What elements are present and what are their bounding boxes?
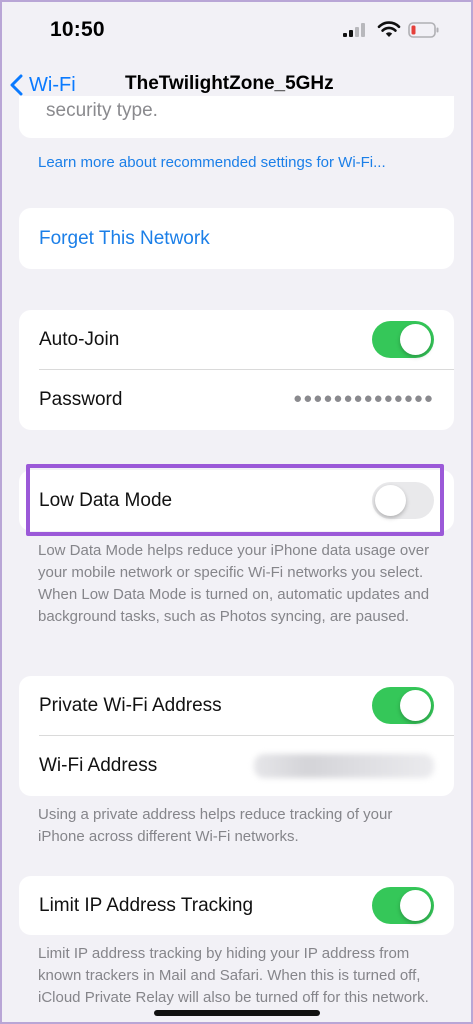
security-type-text: security type. [46, 100, 158, 121]
page-title: TheTwilightZone_5GHz [125, 73, 334, 94]
wifi-address-label: Wi-Fi Address [39, 754, 158, 776]
auto-join-label: Auto-Join [39, 328, 120, 350]
auto-join-toggle[interactable] [372, 321, 434, 358]
toggle-knob [400, 690, 431, 721]
status-bar: 10:50 [0, 0, 473, 62]
forget-network-label: Forget This Network [39, 227, 210, 249]
learn-more-link[interactable]: Learn more about recommended settings fo… [38, 154, 386, 171]
low-data-description: Low Data Mode helps reduce your iPhone d… [38, 542, 430, 625]
limit-ip-label: Limit IP Address Tracking [39, 894, 254, 916]
battery-low-icon [408, 22, 439, 38]
limit-ip-card: Limit IP Address Tracking [19, 876, 454, 935]
status-time: 10:50 [50, 18, 105, 41]
cellular-signal-icon [343, 23, 365, 37]
private-address-card: Private Wi-Fi Address Wi-Fi Address [19, 676, 454, 796]
back-label: Wi-Fi [29, 73, 76, 96]
toggle-knob [400, 324, 431, 355]
join-settings-card: Auto-Join Password ●●●●●●●●●●●●●● [19, 310, 454, 430]
chevron-left-icon [10, 74, 23, 96]
forget-network-card: Forget This Network [19, 208, 454, 269]
private-address-label: Private Wi-Fi Address [39, 694, 222, 716]
highlight-box [26, 464, 444, 536]
private-address-toggle[interactable] [372, 687, 434, 724]
wifi-address-value-redacted [254, 754, 434, 778]
forget-network-button[interactable]: Forget This Network [39, 209, 454, 268]
password-label: Password [39, 388, 123, 410]
limit-ip-description: Limit IP address tracking by hiding your… [38, 945, 429, 1006]
password-value: ●●●●●●●●●●●●●● [293, 390, 434, 407]
wifi-icon [377, 21, 401, 37]
toggle-knob [400, 890, 431, 921]
home-indicator[interactable] [154, 1010, 320, 1016]
private-address-description: Using a private address helps reduce tra… [38, 806, 393, 845]
limit-ip-toggle[interactable] [372, 887, 434, 924]
